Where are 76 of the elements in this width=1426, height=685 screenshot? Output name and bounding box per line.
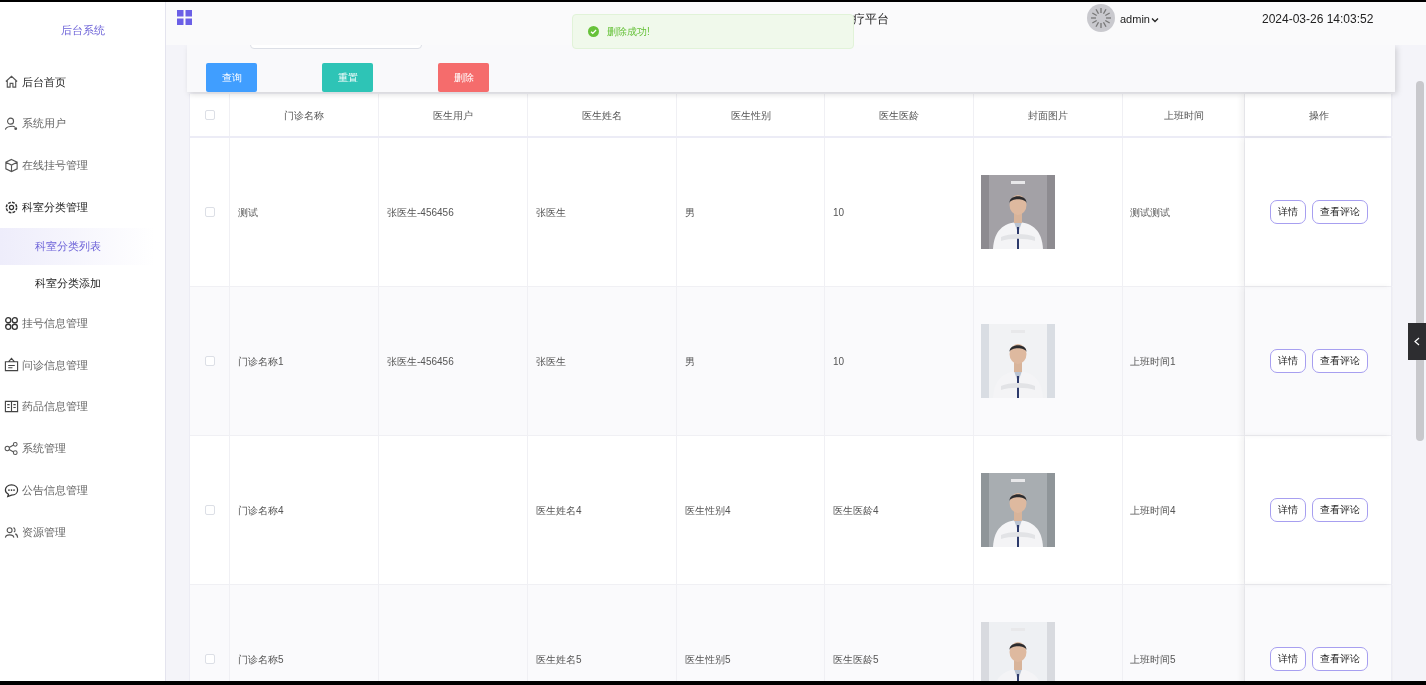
sidebar-item[interactable]: 问诊信息管理 xyxy=(0,344,165,386)
view-comments-button[interactable]: 查看评论 xyxy=(1311,349,1368,373)
book-icon xyxy=(4,399,19,415)
table-cell-text: 医生姓名5 xyxy=(536,652,582,667)
table-cell-text: 医生性别4 xyxy=(685,503,731,518)
grid-icon xyxy=(4,315,19,331)
table-cell-text: 上班时间4 xyxy=(1130,503,1176,518)
column-header: 封面图片 xyxy=(1028,108,1068,123)
table-cell-text: 男 xyxy=(685,205,695,220)
column-header: 医生用户 xyxy=(433,108,473,123)
share-icon xyxy=(4,440,19,456)
table-cell-text: 医生医龄5 xyxy=(833,652,879,667)
sidebar-item[interactable]: 系统用户 xyxy=(0,102,165,145)
scrollbar[interactable] xyxy=(1416,81,1424,441)
chevron-down-icon xyxy=(1150,16,1159,23)
settings-icon xyxy=(4,199,19,215)
table-cell-text: 医生性别5 xyxy=(685,652,731,667)
avatar-icon[interactable] xyxy=(1087,4,1115,32)
menu-icon[interactable] xyxy=(177,10,192,25)
house-icon xyxy=(4,74,19,90)
column-header: 上班时间 xyxy=(1163,108,1204,123)
row-checkbox[interactable] xyxy=(204,505,215,515)
user-menu[interactable]: admin xyxy=(1120,12,1159,28)
table-cell-text: 医生医龄4 xyxy=(833,503,879,518)
table-cell-text: 男 xyxy=(685,354,695,369)
row-checkbox[interactable] xyxy=(204,356,215,366)
table-cell-text: 上班时间1 xyxy=(1130,354,1176,369)
check-circle-icon xyxy=(588,26,599,37)
collapse-tab[interactable] xyxy=(1408,323,1426,360)
sidebar-item[interactable]: 系统管理 xyxy=(0,427,165,470)
table-cell-text: 张医生 xyxy=(536,205,566,220)
cube-icon xyxy=(4,158,19,173)
sidebar-item[interactable]: 药品信息管理 xyxy=(0,385,165,428)
column-header: 操作 xyxy=(1308,108,1329,123)
table-cell-text: 门诊名称5 xyxy=(238,652,284,667)
submenu-item[interactable]: 科室分类添加 xyxy=(0,265,155,303)
view-comments-button[interactable]: 查看评论 xyxy=(1311,498,1368,522)
user-icon xyxy=(4,116,19,132)
toast-message: 删除成功! xyxy=(607,25,650,39)
users-icon xyxy=(4,524,19,540)
details-button[interactable]: 详情 xyxy=(1269,498,1306,522)
table-cell-text: 门诊名称4 xyxy=(238,503,284,518)
row-checkbox[interactable] xyxy=(204,654,215,664)
view-comments-button[interactable]: 查看评论 xyxy=(1311,200,1368,224)
view-comments-button[interactable]: 查看评论 xyxy=(1311,647,1368,671)
sidebar-item[interactable]: 资源管理 xyxy=(0,511,165,553)
table-cell-text: 上班时间5 xyxy=(1130,652,1176,667)
sidebar-title: 后台系统 xyxy=(59,23,106,39)
select-all-checkbox[interactable] xyxy=(204,110,215,120)
sidebar-item[interactable]: 后台首页 xyxy=(0,61,165,103)
date-time: 2024-03-26 14:03:52 xyxy=(1261,11,1374,28)
column-header: 医生性别 xyxy=(730,108,771,123)
chevron-left-icon xyxy=(1414,337,1420,346)
sidebar-item[interactable]: 挂号信息管理 xyxy=(0,302,165,344)
table-cell-text: 10 xyxy=(833,354,845,369)
sidebar-item[interactable]: 公告信息管理 xyxy=(0,469,165,512)
page-title: 疗平台 xyxy=(853,11,889,28)
column-header: 医生姓名 xyxy=(582,108,622,123)
row-checkbox[interactable] xyxy=(204,207,215,217)
table-cell-text: 张医生 xyxy=(536,354,566,369)
sidebar-item[interactable]: 科室分类管理 xyxy=(0,186,165,229)
details-button[interactable]: 详情 xyxy=(1269,349,1306,373)
table-cell-text: 医生姓名4 xyxy=(536,503,582,518)
chat-bubble-icon xyxy=(4,482,19,498)
table-cell-text: 10 xyxy=(833,205,845,220)
table-cell-text: 测试 xyxy=(238,205,258,220)
details-button[interactable]: 详情 xyxy=(1269,200,1306,224)
sidebar-item[interactable]: 在线挂号管理 xyxy=(0,144,165,187)
tray-icon xyxy=(4,357,19,373)
column-header: 门诊名称 xyxy=(284,108,324,123)
table-cell-text: 张医生-456456 xyxy=(387,205,454,220)
details-button[interactable]: 详情 xyxy=(1269,647,1306,671)
column-header: 医生医龄 xyxy=(879,108,919,123)
table-cell-text: 测试测试 xyxy=(1130,205,1170,220)
table-cell-text: 张医生-456456 xyxy=(387,354,454,369)
table-cell-text: 门诊名称1 xyxy=(238,354,284,369)
